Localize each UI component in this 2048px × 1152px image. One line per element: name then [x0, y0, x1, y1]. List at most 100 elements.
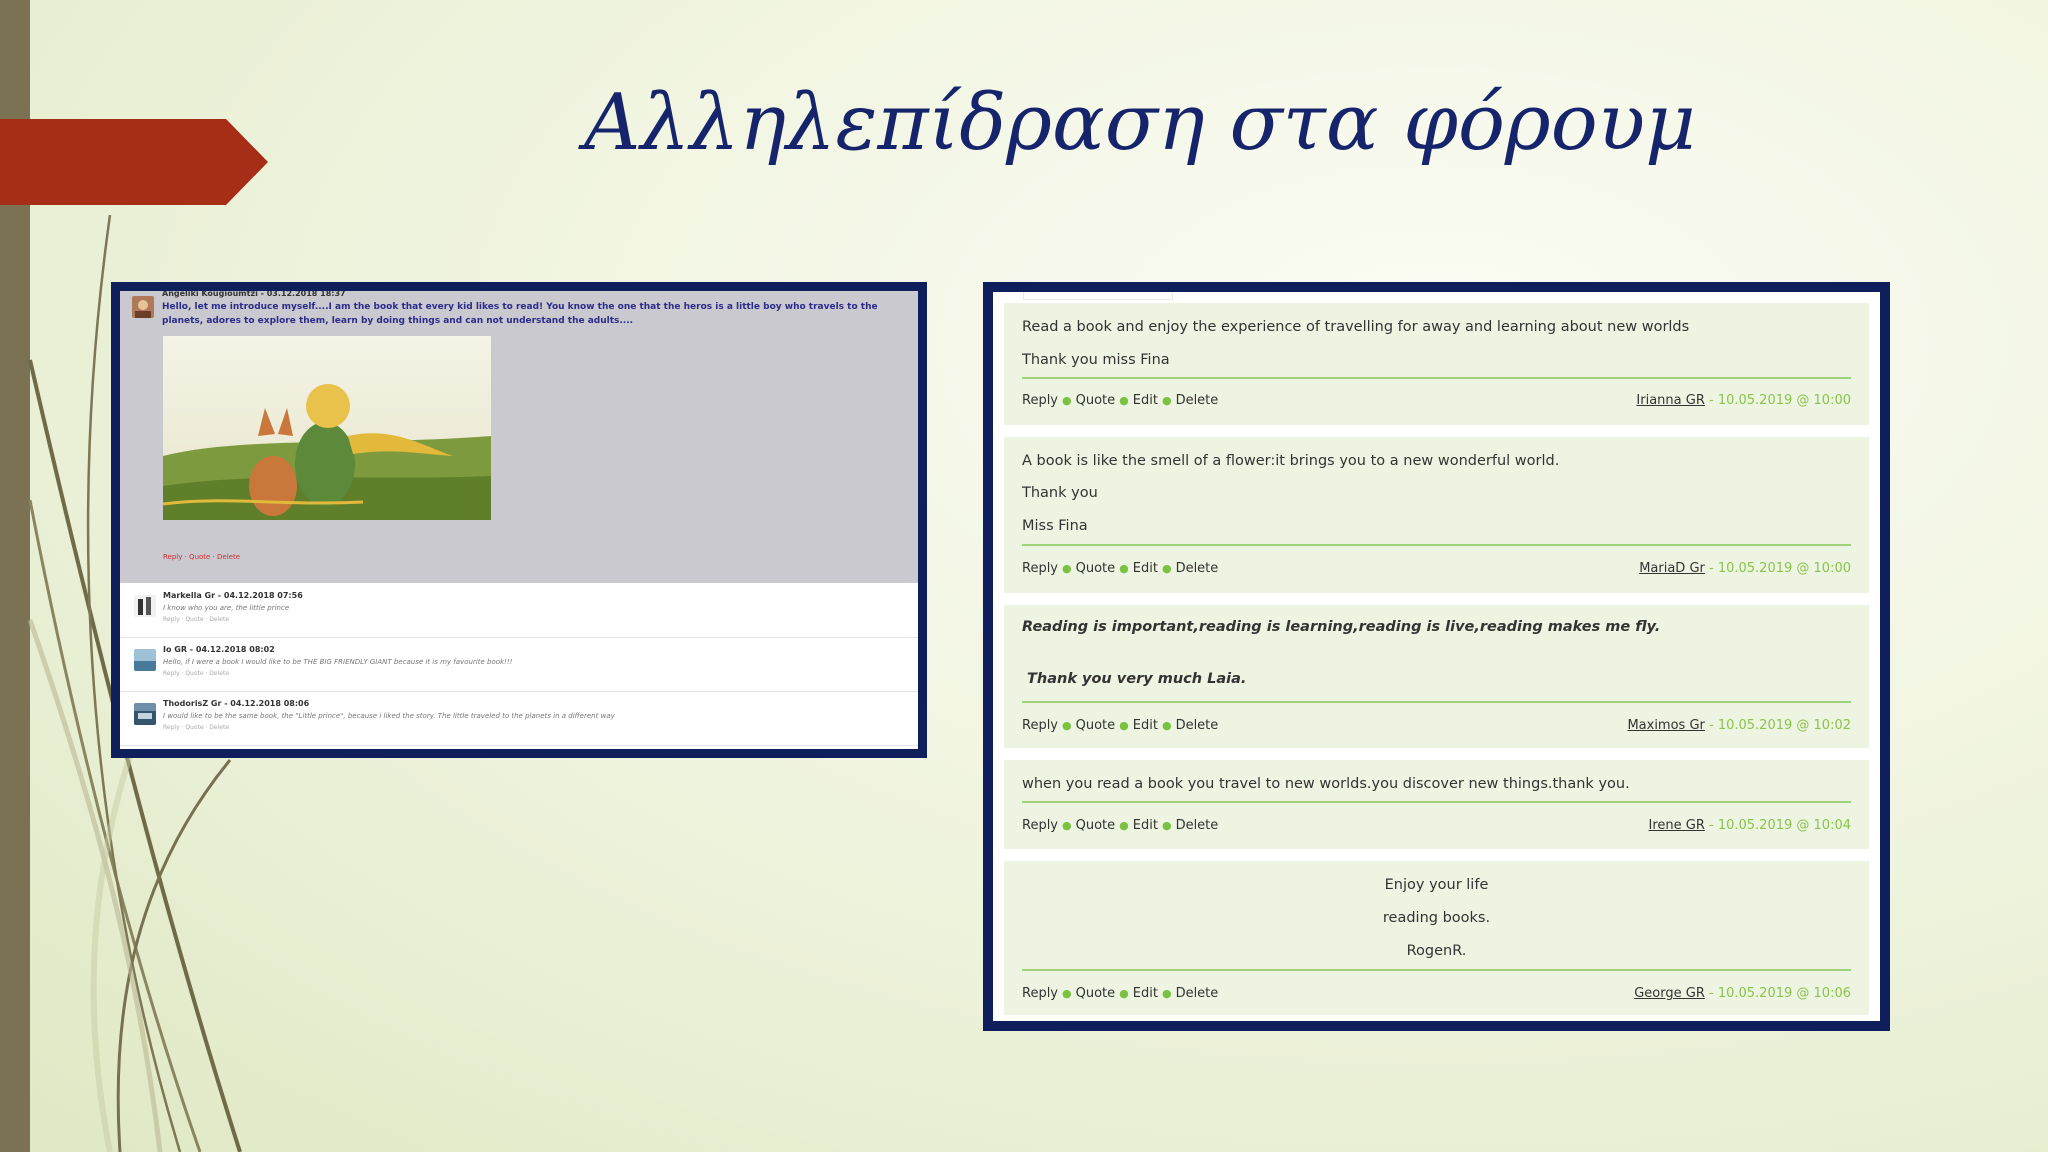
delete-button[interactable]: Delete [1176, 718, 1219, 733]
reply-button[interactable]: Reply [1022, 986, 1058, 1001]
author-link[interactable]: Irene GR [1649, 818, 1705, 833]
reply-actions[interactable]: Reply · Quote · Delete [163, 670, 229, 677]
reply-actions[interactable]: Reply · Quote · Delete [163, 616, 229, 623]
list-item: Markella Gr - 04.12.2018 07:56 I know wh… [120, 583, 918, 638]
bullet-icon: ● [1119, 819, 1129, 832]
author-link[interactable]: George GR [1634, 986, 1705, 1001]
post-line: Reading is important,reading is learning… [1022, 619, 1661, 635]
little-prince-image [163, 336, 491, 520]
post-actions: Reply ● Quote ● Edit ● Delete [1022, 561, 1218, 576]
post-meta: Irianna GR - 10.05.2019 @ 10:00 [1636, 393, 1851, 408]
post-line: Miss Fina [1022, 518, 1088, 534]
reply-button[interactable]: Reply [1022, 393, 1058, 408]
reply-author-line: Io GR - 04.12.2018 08:02 [163, 645, 275, 654]
avatar [132, 296, 154, 318]
edit-button[interactable]: Edit [1133, 986, 1158, 1001]
post-meta: Maximos Gr - 10.05.2019 @ 10:02 [1627, 718, 1851, 733]
edit-button[interactable]: Edit [1133, 561, 1158, 576]
quote-button[interactable]: Quote [1076, 561, 1116, 576]
bullet-icon: ● [1062, 987, 1072, 1000]
post-text: Hello, let me introduce myself....I am t… [162, 302, 878, 326]
post-line: Read a book and enjoy the experience of … [1022, 319, 1690, 335]
author-link[interactable]: MariaD Gr [1639, 561, 1705, 576]
list-item: Io GR - 04.12.2018 08:02 Hello, if I wer… [120, 637, 918, 692]
bullet-icon: ● [1161, 719, 1172, 732]
post-meta: MariaD Gr - 10.05.2019 @ 10:00 [1639, 561, 1851, 576]
delete-button[interactable]: Delete [1176, 561, 1219, 576]
post-meta: George GR - 10.05.2019 @ 10:06 [1634, 986, 1851, 1001]
bullet-icon: ● [1062, 819, 1072, 832]
post-divider [1022, 701, 1851, 703]
post-timestamp: - 10.05.2019 @ 10:06 [1704, 986, 1851, 1001]
delete-button[interactable]: Delete [1176, 818, 1219, 833]
avatar [134, 595, 156, 617]
post-line: RogenR. [1406, 943, 1467, 959]
bullet-icon: ● [1062, 719, 1072, 732]
bullet-icon: ● [1119, 987, 1129, 1000]
forum-post: when you read a book you travel to new w… [1004, 760, 1869, 849]
bullet-icon: ● [1161, 394, 1172, 407]
bullet-icon: ● [1062, 394, 1072, 407]
bullet-icon: ● [1062, 562, 1072, 575]
reply-button[interactable]: Reply [1022, 561, 1058, 576]
post-timestamp: - 10.05.2019 @ 10:04 [1704, 818, 1851, 833]
quote-button[interactable]: Quote [1076, 393, 1116, 408]
post-timestamp: - 10.05.2019 @ 10:02 [1704, 718, 1851, 733]
bullet-icon: ● [1161, 987, 1172, 1000]
delete-button[interactable]: Delete [1176, 393, 1219, 408]
post-actions[interactable]: Reply · Quote · Delete [163, 553, 240, 561]
reply-author-line: Markella Gr - 04.12.2018 07:56 [163, 591, 303, 600]
first-post: Angeliki Kougioumtzi - 03.12.2018 18:37 … [120, 291, 918, 583]
post-actions: Reply ● Quote ● Edit ● Delete [1022, 818, 1218, 833]
post-timestamp: - 10.05.2019 @ 10:00 [1704, 393, 1851, 408]
forum-post: A book is like the smell of a flower:it … [1004, 437, 1869, 593]
tab-stub [1023, 292, 1173, 300]
forum-screenshot-right: Read a book and enjoy the experience of … [983, 282, 1890, 1031]
post-timestamp: - 10.05.2019 @ 10:00 [1704, 561, 1851, 576]
post-divider [1022, 544, 1851, 546]
reply-author-line: ThodorisZ Gr - 04.12.2018 08:06 [163, 699, 310, 708]
reply-text: Hello, if I were a book I would like to … [163, 658, 513, 666]
edit-button[interactable]: Edit [1133, 393, 1158, 408]
reply-actions[interactable]: Reply · Quote · Delete [163, 724, 229, 731]
delete-button[interactable]: Delete [1176, 986, 1219, 1001]
bullet-icon: ● [1161, 819, 1172, 832]
post-meta: Irene GR - 10.05.2019 @ 10:04 [1649, 818, 1852, 833]
reply-text: I know who you are, the little prince [163, 604, 290, 612]
author-link[interactable]: Maximos Gr [1627, 718, 1704, 733]
post-line: Thank you [1022, 485, 1098, 501]
post-author-line: Angeliki Kougioumtzi - 03.12.2018 18:37 [162, 289, 346, 298]
quote-button[interactable]: Quote [1076, 718, 1116, 733]
post-line: A book is like the smell of a flower:it … [1022, 453, 1560, 469]
slide-title: Αλληλεπίδραση στα φόρουμ [584, 78, 1696, 168]
avatar [134, 703, 156, 725]
post-line: Thank you miss Fina [1022, 352, 1170, 368]
quote-button[interactable]: Quote [1076, 986, 1116, 1001]
bullet-icon: ● [1119, 562, 1129, 575]
bullet-icon: ● [1119, 719, 1129, 732]
reply-button[interactable]: Reply [1022, 818, 1058, 833]
bullet-icon: ● [1161, 562, 1172, 575]
list-item: ThodorisZ Gr - 04.12.2018 08:06 I would … [120, 691, 918, 746]
post-line: Enjoy your life [1384, 877, 1489, 893]
avatar [134, 649, 156, 671]
post-line: when you read a book you travel to new w… [1022, 776, 1630, 792]
reply-text: I would like to be the same book, the "L… [163, 712, 615, 720]
post-actions: Reply ● Quote ● Edit ● Delete [1022, 986, 1218, 1001]
forum-post: Read a book and enjoy the experience of … [1004, 303, 1869, 425]
reply-button[interactable]: Reply [1022, 718, 1058, 733]
edit-button[interactable]: Edit [1133, 718, 1158, 733]
forum-post: Reading is important,reading is learning… [1004, 605, 1869, 748]
author-link[interactable]: Irianna GR [1636, 393, 1704, 408]
edit-button[interactable]: Edit [1133, 818, 1158, 833]
forum-screenshot-left: Angeliki Kougioumtzi - 03.12.2018 18:37 … [111, 282, 927, 758]
quote-button[interactable]: Quote [1076, 818, 1116, 833]
post-divider [1022, 377, 1851, 379]
bullet-icon: ● [1119, 394, 1129, 407]
post-actions: Reply ● Quote ● Edit ● Delete [1022, 393, 1218, 408]
post-line: reading books. [1382, 910, 1491, 926]
post-line: Thank you very much Laia. [1027, 671, 1247, 687]
title-arrow-shape [0, 119, 268, 205]
post-divider [1022, 801, 1851, 803]
post-divider [1022, 969, 1851, 971]
